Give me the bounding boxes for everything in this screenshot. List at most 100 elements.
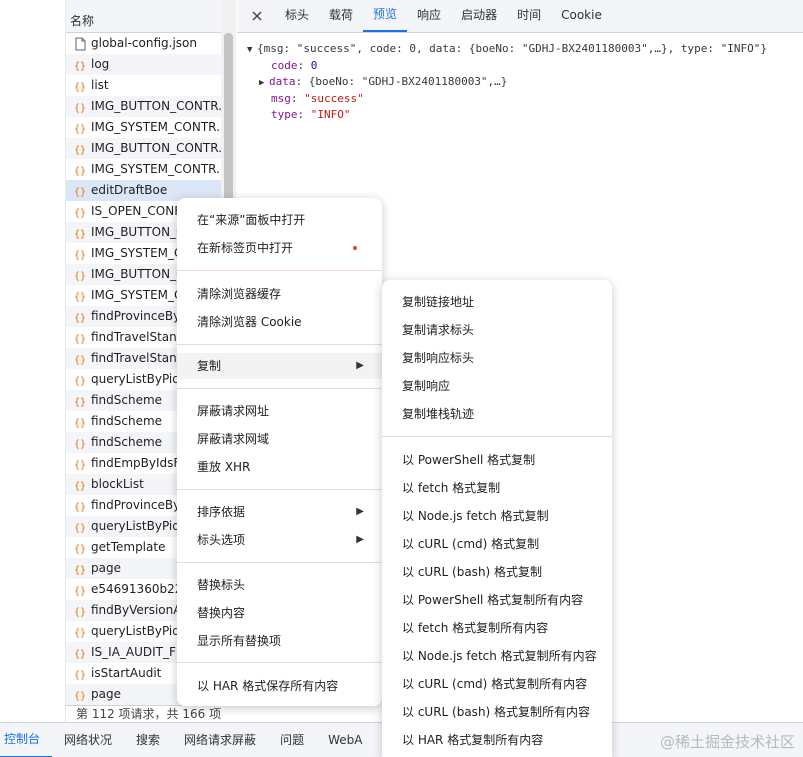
menu-show-all-overrides[interactable]: 显示所有替换项 (177, 628, 382, 654)
request-row[interactable]: {} IMG_BUTTON_CONTR... (66, 96, 221, 117)
copy-submenu-item[interactable]: 复制响应 (382, 373, 612, 399)
menu-override-content[interactable]: 替换内容 (177, 600, 382, 626)
svg-text:{}: {} (74, 670, 86, 681)
xhr-icon: {} (73, 289, 87, 303)
drawer-tab-network-conditions[interactable]: 网络状况 (52, 723, 124, 757)
menu-clear-cookies[interactable]: 清除浏览器 Cookie (177, 309, 382, 335)
menu-block-domain[interactable]: 屏蔽请求网域 (177, 426, 382, 452)
menu-separator (177, 662, 382, 663)
drawer-tab-request-blocking[interactable]: 网络请求屏蔽 (172, 723, 268, 757)
menu-copy[interactable]: 复制 ▶ (177, 353, 382, 379)
tab-response[interactable]: 响应 (407, 0, 451, 32)
svg-text:{}: {} (74, 376, 86, 387)
copy-as-format-item[interactable]: 以 cURL (bash) 格式复制所有内容 (382, 699, 612, 725)
copy-as-format-item[interactable]: 以 cURL (cmd) 格式复制 (382, 531, 612, 557)
tab-payload[interactable]: 载荷 (319, 0, 363, 32)
request-name: findByVersionAn (91, 603, 190, 617)
xhr-icon: {} (73, 562, 87, 576)
drawer-tab-console[interactable]: 控制台 (0, 723, 53, 757)
menu-open-in-new-tab[interactable]: 在新标签页中打开 (177, 235, 382, 261)
copy-as-format-item[interactable]: 以 Node.js fetch 格式复制所有内容 (382, 643, 612, 669)
xhr-icon: {} (73, 184, 87, 198)
xhr-icon: {} (73, 373, 87, 387)
drawer-tab-search[interactable]: 搜索 (124, 723, 172, 757)
svg-text:{}: {} (74, 565, 86, 576)
request-row[interactable]: {} log (66, 54, 221, 75)
menu-separator (177, 562, 382, 563)
xhr-icon: {} (73, 457, 87, 471)
menu-open-in-new-tab-label: 在新标签页中打开 (197, 241, 294, 255)
copy-as-format-item[interactable]: 以 fetch 格式复制 (382, 475, 612, 501)
tab-preview[interactable]: 预览 (363, 0, 408, 32)
menu-save-har[interactable]: 以 HAR 格式保存所有内容 (177, 673, 382, 699)
copy-submenu-item[interactable]: 复制请求标头 (382, 317, 612, 343)
menu-override-headers[interactable]: 替换标头 (177, 572, 382, 598)
tab-timing[interactable]: 时间 (507, 0, 551, 32)
svg-text:{}: {} (74, 334, 86, 345)
request-row[interactable]: {} IMG_SYSTEM_CONTR... (66, 117, 221, 138)
svg-text:{}: {} (74, 607, 86, 618)
copy-as-format-item[interactable]: 以 PowerShell 格式复制 (382, 447, 612, 473)
preview-summary: {msg: "success", code: 0, data: {boeNo: … (257, 42, 767, 55)
triangle-down-icon[interactable]: ▼ (247, 42, 257, 58)
request-name: IMG_SYSTEM_CONTR... (91, 120, 221, 134)
copy-as-format-item[interactable]: 以 PowerShell 格式复制所有内容 (382, 587, 612, 613)
svg-text:{}: {} (74, 418, 86, 429)
svg-text:{}: {} (74, 124, 86, 135)
preview-data-line[interactable]: ▶ data: {boeNo: "GDHJ-BX2401180003",…} (247, 74, 803, 91)
triangle-right-icon[interactable]: ▶ (259, 75, 269, 91)
copy-as-format-item[interactable]: 以 cURL (cmd) 格式复制所有内容 (382, 671, 612, 697)
menu-separator (177, 270, 382, 271)
xhr-icon: {} (73, 478, 87, 492)
svg-text:{}: {} (74, 439, 86, 450)
menu-sort-by[interactable]: 排序依据 ▶ (177, 499, 382, 525)
svg-text:{}: {} (74, 628, 86, 639)
data-value: {boeNo: "GDHJ-BX2401180003",…} (308, 75, 508, 88)
xhr-icon: {} (73, 436, 87, 450)
request-row[interactable]: {} list (66, 75, 221, 96)
tab-initiator[interactable]: 启动器 (451, 0, 507, 32)
xhr-icon: {} (73, 604, 87, 618)
request-row[interactable]: {} IMG_SYSTEM_CONTR... (66, 159, 221, 180)
xhr-icon: {} (73, 541, 87, 555)
scrollbar-thumb[interactable] (224, 33, 233, 213)
copy-submenu-item[interactable]: 复制堆栈轨迹 (382, 401, 612, 427)
menu-block-url[interactable]: 屏蔽请求网址 (177, 398, 382, 424)
request-row[interactable]: {} IMG_BUTTON_CONTR... (66, 138, 221, 159)
type-value: "INFO" (310, 108, 351, 121)
request-name: findScheme (91, 393, 163, 407)
xhr-icon: {} (73, 394, 87, 408)
tab-headers[interactable]: 标头 (275, 0, 319, 32)
menu-clear-cache[interactable]: 清除浏览器缓存 (177, 281, 382, 307)
copy-as-format-item[interactable]: 以 HAR 格式复制所有内容 (382, 727, 612, 753)
menu-replay-xhr[interactable]: 重放 XHR (177, 454, 382, 480)
json-preview: ▼ {msg: "success", code: 0, data: {boeNo:… (237, 33, 803, 123)
close-icon[interactable] (247, 0, 267, 32)
submenu-arrow-icon: ▶ (356, 360, 364, 371)
request-name: isStartAudit (91, 666, 162, 680)
copy-as-format-item[interactable]: 以 Node.js fetch 格式复制 (382, 503, 612, 529)
xhr-icon: {} (73, 520, 87, 534)
request-name: log (91, 57, 110, 71)
svg-text:{}: {} (74, 166, 86, 177)
copy-as-format-item[interactable]: 以 cURL (bash) 格式复制 (382, 559, 612, 585)
drawer-tab-weba[interactable]: WebA (316, 723, 374, 757)
xhr-icon: {} (73, 352, 87, 366)
request-row[interactable]: global-config.json (66, 33, 221, 54)
menu-open-in-sources[interactable]: 在“来源”面板中打开 (177, 207, 382, 233)
copy-submenu-item[interactable]: 复制响应标头 (382, 345, 612, 371)
svg-text:{}: {} (74, 208, 86, 219)
preview-root-line[interactable]: ▼ {msg: "success", code: 0, data: {boeNo:… (247, 41, 803, 58)
copy-submenu-item[interactable]: 复制链接地址 (382, 289, 612, 315)
request-name: global-config.json (91, 36, 197, 50)
drawer-tab-issues[interactable]: 问题 (268, 723, 316, 757)
svg-text:{}: {} (74, 229, 86, 240)
name-column-header[interactable]: 名称 (66, 0, 221, 33)
xhr-icon: {} (73, 583, 87, 597)
svg-text:{}: {} (74, 103, 86, 114)
copy-as-format-item[interactable]: 以 fetch 格式复制所有内容 (382, 615, 612, 641)
svg-text:{}: {} (74, 586, 86, 597)
xhr-icon: {} (73, 688, 87, 702)
menu-header-options[interactable]: 标头选项 ▶ (177, 527, 382, 553)
tab-cookies[interactable]: Cookie (551, 0, 612, 32)
